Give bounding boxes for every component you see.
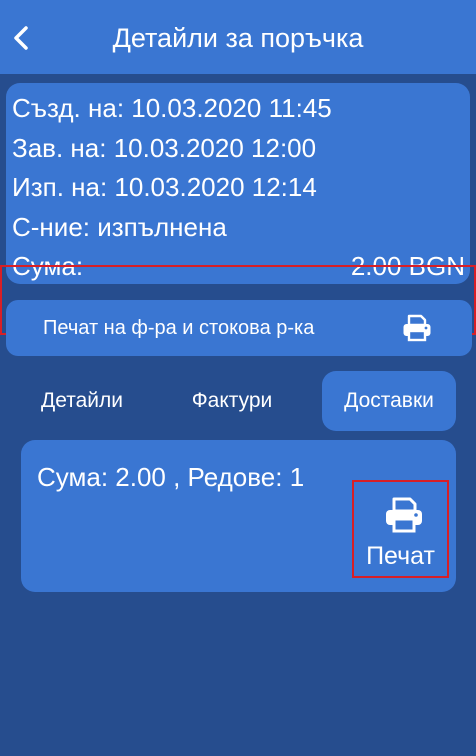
executed-date: Изп. на: 10.03.2020 12:14: [12, 172, 317, 202]
tab-details[interactable]: Детайли: [22, 371, 142, 431]
page-title: Детайли за поръчка: [112, 23, 364, 53]
tab-invoices[interactable]: Фактури: [172, 371, 292, 431]
order-status: С-ние: изпълнена: [12, 211, 227, 242]
print-button[interactable]: Печат: [352, 480, 449, 578]
created-date: Създ. на: 10.03.2020 11:45: [12, 93, 332, 123]
print-label: Печат: [366, 542, 435, 570]
chevron-left-icon: [14, 26, 28, 50]
tab-deliveries[interactable]: Доставки: [322, 371, 456, 431]
print-invoice-button[interactable]: Печат на ф-ра и стокова р-ка: [6, 300, 472, 356]
completed-date: Зав. на: 10.03.2020 12:00: [12, 132, 317, 163]
printer-icon: [386, 497, 422, 533]
top-bar: Детайли за поръчка: [0, 0, 476, 74]
print-invoice-label: Печат на ф-ра и стокова р-ка: [43, 317, 315, 339]
delivery-card: Сума: 2.00 , Редове: 1 Печат: [21, 440, 456, 592]
delivery-summary: Сума: 2.00 , Редове: 1: [37, 462, 305, 492]
back-button[interactable]: [6, 18, 36, 58]
order-summary-panel: Създ. на: 10.03.2020 11:45 Зав. на: 10.0…: [6, 83, 470, 284]
printer-icon: [403, 314, 431, 342]
